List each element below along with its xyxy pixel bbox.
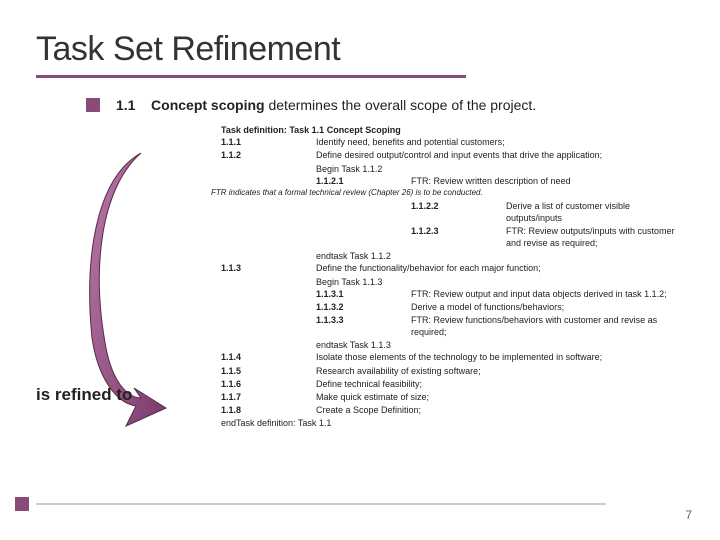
bullet-icon (86, 98, 100, 112)
task-num: 1.1.5 (221, 365, 316, 377)
intro-num: 1.1 (116, 97, 135, 113)
endtask: endtask Task 1.1.2 (316, 250, 684, 262)
task-row: 1.1.1 Identify need, benefits and potent… (221, 136, 505, 148)
task-num: 1.1.3.2 (316, 301, 411, 313)
task-text: Derive a list of customer visible output… (506, 200, 684, 224)
task-row: 1.1.4 Isolate those elements of the tech… (221, 351, 602, 363)
task-row: 1.1.7 Make quick estimate of size; (221, 391, 429, 403)
task-num: 1.1.2.1 (316, 175, 411, 187)
task-text: Identify need, benefits and potential cu… (316, 136, 505, 148)
footer-square-icon (15, 497, 29, 511)
task-text: Isolate those elements of the technology… (316, 351, 602, 363)
task-num: 1.1.1 (221, 136, 316, 148)
task-row: 1.1.3.1 FTR: Review output and input dat… (316, 288, 667, 300)
task-num: 1.1.8 (221, 404, 316, 416)
begin-task: Begin Task 1.1.2 (316, 163, 684, 175)
slide: Task Set Refinement 1.1 Concept scoping … (0, 0, 720, 540)
task-num: 1.1.6 (221, 378, 316, 390)
task-num: 1.1.7 (221, 391, 316, 403)
endtask: endtask Task 1.1.3 (316, 339, 684, 351)
task-def-header: Task definition: Task 1.1 Concept Scopin… (221, 124, 684, 136)
intro-rest: determines the overall scope of the proj… (265, 97, 537, 113)
task-num: 1.1.2 (221, 149, 316, 161)
task-text: Define the functionality/behavior for ea… (316, 262, 541, 274)
task-row: 1.1.2.2 Derive a list of customer visibl… (411, 200, 684, 224)
task-text: Research availability of existing softwa… (316, 365, 481, 377)
intro-text: 1.1 Concept scoping determines the overa… (116, 96, 684, 114)
task-text: Create a Scope Definition; (316, 404, 421, 416)
task-num: 1.1.4 (221, 351, 316, 363)
task-text: Define desired output/control and input … (316, 149, 602, 161)
task-text: FTR: Review output and input data object… (411, 288, 667, 300)
footer-line (36, 503, 606, 505)
begin-task: Begin Task 1.1.3 (316, 276, 684, 288)
task-row: 1.1.6 Define technical feasibility; (221, 378, 422, 390)
task-row: 1.1.3 Define the functionality/behavior … (221, 262, 541, 274)
title-underline (36, 75, 466, 78)
task-num: 1.1.3 (221, 262, 316, 274)
ftr-note: FTR indicates that a formal technical re… (211, 188, 684, 199)
task-definition-block: Task definition: Task 1.1 Concept Scopin… (221, 124, 684, 429)
task-row: 1.1.2 Define desired output/control and … (221, 149, 602, 161)
task-text: Define technical feasibility; (316, 378, 422, 390)
task-text: FTR: Review written description of need (411, 175, 571, 187)
task-num: 1.1.3.3 (316, 314, 411, 338)
task-text: FTR: Review functions/behaviors with cus… (411, 314, 684, 338)
task-row: 1.1.2.3 FTR: Review outputs/inputs with … (411, 225, 684, 249)
page-number: 7 (685, 508, 692, 522)
end-task-def: endTask definition: Task 1.1 (221, 417, 684, 429)
task-num: 1.1.2.3 (411, 225, 506, 249)
intro-bold: Concept scoping (151, 97, 265, 113)
task-num: 1.1.2.2 (411, 200, 506, 224)
task-row: 1.1.5 Research availability of existing … (221, 365, 481, 377)
slide-title: Task Set Refinement (36, 30, 684, 69)
refined-to-label: is refined to (36, 385, 132, 405)
task-text: Derive a model of functions/behaviors; (411, 301, 564, 313)
task-num: 1.1.3.1 (316, 288, 411, 300)
task-row: 1.1.8 Create a Scope Definition; (221, 404, 421, 416)
task-text: Make quick estimate of size; (316, 391, 429, 403)
task-row: 1.1.3.3 FTR: Review functions/behaviors … (316, 314, 684, 338)
task-row: 1.1.2.1 FTR: Review written description … (316, 175, 571, 187)
task-row: 1.1.3.2 Derive a model of functions/beha… (316, 301, 564, 313)
task-text: FTR: Review outputs/inputs with customer… (506, 225, 684, 249)
